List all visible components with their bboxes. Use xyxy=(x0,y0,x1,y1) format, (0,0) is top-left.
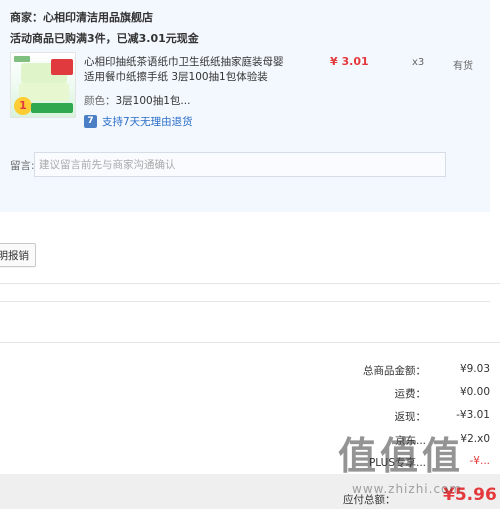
summary-value: ¥9.03 xyxy=(459,363,490,375)
watermark-url: www.zhizhi.com xyxy=(352,482,463,496)
return-policy-text: 支持7天无理由退货 xyxy=(102,116,193,128)
product-attribute: 颜色：3层100抽1包... xyxy=(84,93,190,108)
summary-label: 总商品金额： xyxy=(363,365,426,377)
return-policy[interactable]: 7 支持7天无理由退货 xyxy=(84,114,193,129)
promo-text: 活动商品已购满3件，已减3.01元现金 xyxy=(10,32,199,45)
store-info: 商家：心相印清洁用品旗舰店 xyxy=(10,9,153,25)
divider xyxy=(0,342,500,343)
divider xyxy=(0,301,490,302)
message-label: 留言: xyxy=(10,160,35,172)
summary-row-total: 总商品金额： ¥9.03 xyxy=(336,363,490,378)
message-input[interactable] xyxy=(34,152,446,177)
invoice-detail-button[interactable]: 明报销 xyxy=(0,243,36,267)
summary-label: 运费： xyxy=(394,388,427,400)
product-price: ¥ 3.01 xyxy=(330,55,369,68)
summary-value: ¥0.00 xyxy=(459,386,490,398)
store-name-link[interactable]: 心相印清洁用品旗舰店 xyxy=(43,11,153,24)
order-item-panel: 商家：心相印清洁用品旗舰店 活动商品已购满3件，已减3.01元现金 1 心相印抽… xyxy=(0,0,490,212)
product-title-link[interactable]: 心相印抽纸茶语纸巾卫生纸纸抽家庭装母婴适用餐巾纸擦手纸 3层100抽1包体验装 xyxy=(84,55,284,85)
product-thumbnail[interactable]: 1 xyxy=(10,52,76,118)
attribute-label: 颜色： xyxy=(84,95,116,107)
stock-status: 有货 xyxy=(453,61,473,72)
summary-row-shipping: 运费： ¥0.00 xyxy=(336,386,491,401)
divider xyxy=(0,283,500,284)
quantity-badge-icon: 1 xyxy=(14,97,32,115)
attribute-value: 3层100抽1包... xyxy=(115,95,191,107)
summary-value: -¥3.01 xyxy=(456,409,490,421)
product-quantity: x3 xyxy=(412,57,425,68)
store-label: 商家： xyxy=(10,11,43,24)
summary-row-cashback: 返现： -¥3.01 xyxy=(336,409,491,424)
seven-day-return-icon: 7 xyxy=(84,115,97,128)
watermark-logo: 值值值 xyxy=(338,434,465,478)
summary-label: 返现： xyxy=(394,411,427,423)
